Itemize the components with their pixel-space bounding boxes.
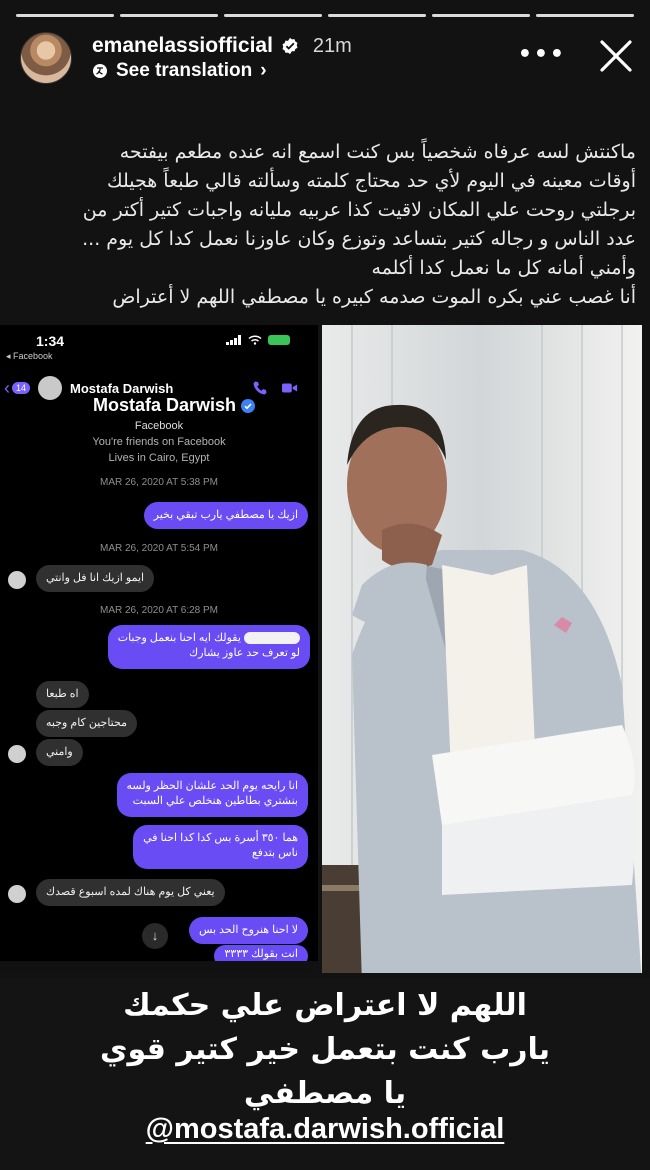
profile-location: Lives in Cairo, Egypt bbox=[108, 452, 210, 464]
contact-avatar-small bbox=[8, 745, 26, 763]
caption-line: برجلتي روحت علي المكان لاقيت كذا عربيه م… bbox=[82, 199, 636, 221]
message-text: بنشتري بطاطين هنخلص علي السبت bbox=[132, 795, 298, 807]
message-text: هما ٣٥٠ أسرة بس كدا كدا احنا في bbox=[143, 832, 298, 844]
message-text: ناس بتدفع bbox=[251, 847, 298, 859]
story-progress-bar bbox=[16, 14, 634, 17]
verified-badge-icon bbox=[241, 398, 256, 413]
story-caption: ماكنتش لسه عرفاه شخصياً بس كنت اسمع انه … bbox=[14, 138, 636, 312]
man-in-light-suit-photo bbox=[322, 325, 642, 973]
message-bubble-out[interactable]: هما ٣٥٠ أسرة بس كدا كدا احنا في ناس بتدف… bbox=[133, 825, 308, 869]
progress-segment bbox=[120, 14, 218, 17]
wifi-icon bbox=[248, 335, 262, 345]
profile-name: Mostafa Darwish bbox=[92, 395, 237, 415]
story-header: emanelassiofficial 21m See translation ›… bbox=[20, 30, 636, 90]
message-text: يقولك ايه احنا بنعمل وجبات bbox=[117, 632, 241, 644]
chevron-right-icon: › bbox=[260, 60, 267, 81]
composer-bar bbox=[0, 961, 318, 973]
more-options-button[interactable]: ••• bbox=[518, 42, 566, 67]
username[interactable]: emanelassiofficial bbox=[92, 34, 273, 58]
avatar[interactable] bbox=[20, 32, 72, 84]
profile-friends: You're friends on Facebook bbox=[92, 436, 226, 448]
overlay-line: يارب كنت بتعمل خير كتير قوي bbox=[99, 1032, 551, 1067]
message-bubble-out[interactable]: انا رايحه يوم الحد علشان الحظر ولسه بنشت… bbox=[116, 773, 308, 817]
translate-icon bbox=[93, 64, 107, 78]
message-bubble-out[interactable]: ازيك يا مصطفي يارب تبقي بخير bbox=[143, 502, 308, 529]
progress-segment bbox=[224, 14, 322, 17]
contact-avatar-small bbox=[8, 885, 26, 903]
status-icons bbox=[226, 335, 290, 345]
message-bubble-in[interactable]: وامني bbox=[36, 739, 83, 766]
messenger-screenshot: 1:34 ◂ Facebook ‹ 14 Mostafa Darwish Most… bbox=[0, 325, 318, 973]
call-actions bbox=[252, 380, 298, 396]
date-separator: MAR 26, 2020 AT 6:28 PM bbox=[99, 605, 219, 616]
redacted-text bbox=[244, 632, 300, 645]
see-translation-button[interactable]: See translation › bbox=[92, 60, 267, 82]
contact-profile: Mostafa Darwish Facebook You're friends … bbox=[0, 395, 318, 466]
username-row: emanelassiofficial 21m bbox=[92, 34, 352, 58]
caption-line: وأمني أمانه كل ما نعمل كدا أكلمه bbox=[371, 257, 636, 279]
status-back-link: ◂ Facebook bbox=[6, 351, 53, 361]
overlay-line: اللهم لا اعتراض علي حكمك bbox=[123, 988, 527, 1023]
signal-icon bbox=[226, 335, 242, 345]
unread-count: 14 bbox=[12, 382, 31, 394]
message-text: لو تعرف حد عاوز يشارك bbox=[189, 647, 300, 659]
message-bubble-in[interactable]: محتاجين كام وجبه bbox=[36, 710, 137, 737]
video-icon[interactable] bbox=[282, 380, 298, 396]
battery-icon bbox=[268, 335, 290, 345]
contact-avatar-small bbox=[8, 571, 26, 589]
see-translation-label: See translation bbox=[116, 60, 253, 81]
progress-segment bbox=[432, 14, 530, 17]
mention-sticker[interactable]: @mostafa.darwish.official bbox=[0, 1113, 650, 1146]
profile-platform: Facebook bbox=[134, 420, 184, 432]
date-separator: MAR 26, 2020 AT 5:54 PM bbox=[99, 543, 219, 554]
status-time: 1:34 bbox=[36, 333, 65, 349]
message-bubble-in[interactable]: اه طبعا bbox=[36, 681, 89, 708]
phone-icon[interactable] bbox=[252, 380, 268, 396]
message-bubble-out[interactable]: يقولك ايه احنا بنعمل وجبات لو تعرف حد عا… bbox=[107, 625, 310, 669]
contact-name[interactable]: Mostafa Darwish bbox=[70, 381, 173, 396]
profile-name-row: Mostafa Darwish bbox=[92, 395, 256, 416]
scroll-down-button[interactable]: ↓ bbox=[142, 923, 168, 949]
progress-segment bbox=[16, 14, 114, 17]
message-bubble-out[interactable]: لا احنا هنروح الحد بس bbox=[189, 917, 308, 944]
close-icon[interactable] bbox=[598, 38, 634, 74]
caption-line: عدد الناس و رجاله كتير بتساعد وتوزع وكان… bbox=[82, 228, 636, 250]
caption-line: ماكنتش لسه عرفاه شخصياً بس كنت اسمع انه … bbox=[119, 141, 636, 163]
verified-badge-icon bbox=[282, 37, 298, 55]
caption-line: أوقات معينه في اليوم لأي حد محتاج كلمته … bbox=[106, 170, 636, 192]
post-time: 21m bbox=[312, 34, 352, 57]
message-text: انا رايحه يوم الحد علشان الحظر ولسه bbox=[126, 780, 299, 792]
progress-segment bbox=[536, 14, 634, 17]
caption-line: أنا غصب عني بكره الموت صدمه كبيره يا مصط… bbox=[112, 286, 636, 308]
date-separator: MAR 26, 2020 AT 5:38 PM bbox=[99, 477, 219, 488]
mention-text: @mostafa.darwish.official bbox=[145, 1113, 505, 1145]
progress-segment bbox=[328, 14, 426, 17]
message-bubble-in[interactable]: يعني كل يوم هناك لمده اسبوع قصدك bbox=[36, 879, 225, 906]
portrait-illustration bbox=[322, 325, 642, 973]
overlay-line: يا مصطفي bbox=[243, 1076, 407, 1111]
message-bubble-in[interactable]: ايمو ازيك انا فل وانتي bbox=[36, 565, 155, 592]
